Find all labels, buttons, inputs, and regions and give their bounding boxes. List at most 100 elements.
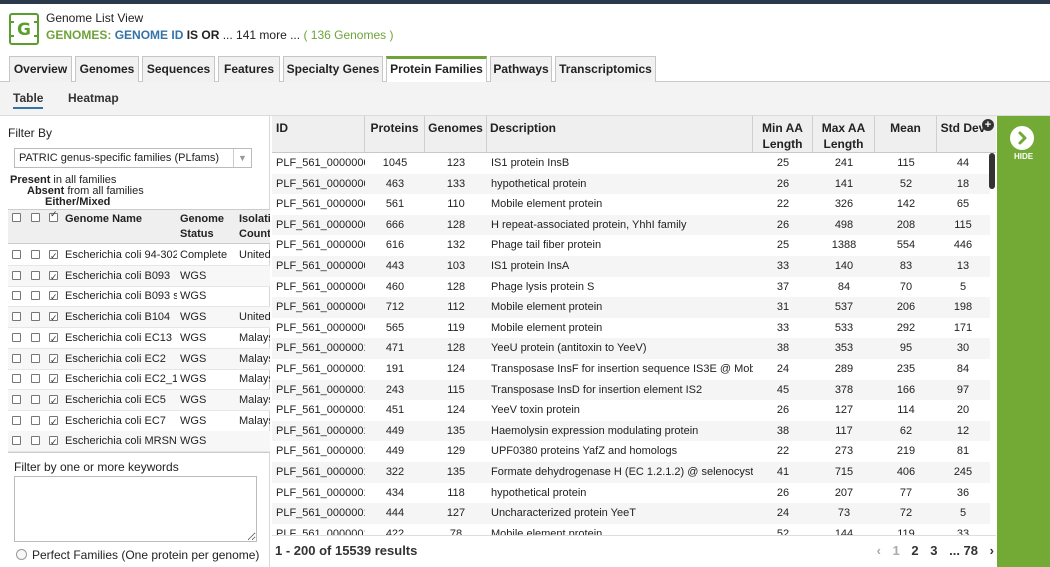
col-min-aa-length[interactable]: Min AA Length xyxy=(753,116,813,153)
tab-transcriptomics[interactable]: Transcriptomics xyxy=(555,56,656,82)
present-checkbox[interactable] xyxy=(12,415,21,425)
col-genome-status[interactable]: Genome Status xyxy=(180,212,235,242)
either-checkbox[interactable] xyxy=(49,391,58,411)
col-id[interactable]: ID xyxy=(272,116,365,153)
present-checkbox[interactable] xyxy=(12,291,21,301)
absent-checkbox[interactable] xyxy=(31,353,40,363)
col-isolation-country[interactable]: Isolation Country xyxy=(239,212,270,242)
tab-protein-families[interactable]: Protein Families xyxy=(386,56,487,83)
query-more[interactable]: ... 141 more ... xyxy=(223,28,300,42)
next-page-icon[interactable]: › xyxy=(990,543,994,558)
tab-features[interactable]: Features xyxy=(218,56,280,82)
keyword-filter-input[interactable] xyxy=(14,476,257,542)
col-genomes[interactable]: Genomes xyxy=(425,116,487,153)
either-checkbox[interactable] xyxy=(49,287,58,307)
protein-family-row[interactable]: PLF_561_00000002 463 133 hypothetical prote… xyxy=(272,173,990,195)
col-std-dev[interactable]: Std Dev xyxy=(937,116,989,153)
protein-family-row[interactable]: PLF_561_00000016 322 135 Formate dehydrogen… xyxy=(272,462,990,483)
present-all-checkbox[interactable] xyxy=(12,213,21,222)
protein-family-row[interactable]: PLF_561_00000015 449 129 UPF0380 proteins Y… xyxy=(272,441,990,462)
prev-page-icon[interactable]: ‹ xyxy=(877,543,881,558)
col-proteins[interactable]: Proteins xyxy=(365,116,425,153)
page-last[interactable]: ... 78 xyxy=(949,543,978,558)
tab-genomes[interactable]: Genomes xyxy=(75,56,139,82)
protein-family-row[interactable]: PLF_561_00000001 1045 123 IS1 protein InsB 2… xyxy=(272,153,990,174)
perfect-families-option[interactable]: Perfect Families (One protein per genome… xyxy=(16,548,259,562)
either-checkbox[interactable] xyxy=(49,370,58,390)
genome-row[interactable]: Escherichia coli B104 WGS United xyxy=(8,307,270,329)
tab-specialty-genes[interactable]: Specialty Genes xyxy=(283,56,383,82)
genome-row[interactable]: Escherichia coli B093 strainWGS xyxy=(8,286,270,308)
present-checkbox[interactable] xyxy=(12,312,21,322)
genome-row[interactable]: Escherichia coli EC2 WGS Malays xyxy=(8,348,270,370)
absent-checkbox[interactable] xyxy=(31,291,40,301)
protein-family-row[interactable]: PLF_561_00000007 460 128 Phage lysis protei… xyxy=(272,277,990,298)
absent-checkbox[interactable] xyxy=(31,436,40,446)
subtab-table[interactable]: Table xyxy=(13,91,44,109)
protein-family-row[interactable]: PLF_561_00000005 616 132 Phage tail fiber p… xyxy=(272,235,990,256)
genome-row[interactable]: Escherichia coli B093 WGS xyxy=(8,265,270,287)
protein-family-row[interactable]: PLF_561_00000014 449 135 Haemolysin express… xyxy=(272,420,990,442)
present-checkbox[interactable] xyxy=(12,270,21,280)
either-checkbox[interactable] xyxy=(49,412,58,432)
absent-checkbox[interactable] xyxy=(31,415,40,425)
genome-row[interactable]: Escherichia coli 94-3024Complete United xyxy=(8,245,270,266)
protein-family-row[interactable]: PLF_561_00000003 561 110 Mobile element pro… xyxy=(272,194,990,215)
protein-family-row[interactable]: PLF_561_00000013 451 124 YeeV toxin protein… xyxy=(272,400,990,421)
grid-scrollbar[interactable] xyxy=(988,153,996,535)
present-checkbox[interactable] xyxy=(12,436,21,446)
protein-family-row[interactable]: PLF_561_00000004 666 128 H repeat-associate… xyxy=(272,214,990,236)
absent-checkbox[interactable] xyxy=(31,394,40,404)
col-genome-name[interactable]: Genome Name xyxy=(65,212,177,227)
protein-family-row[interactable]: PLF_561_00000009 565 119 Mobile element pro… xyxy=(272,318,990,339)
protein-family-row[interactable]: PLF_561_00000006 443 103 IS1 protein InsA 33… xyxy=(272,256,990,277)
subtab-heatmap[interactable]: Heatmap xyxy=(68,91,119,105)
grid-scroll-thumb[interactable] xyxy=(989,153,995,189)
page-2[interactable]: 2 xyxy=(911,543,918,558)
hide-panel-button[interactable]: HIDE xyxy=(997,116,1050,567)
page-3[interactable]: 3 xyxy=(930,543,937,558)
either-checkbox[interactable] xyxy=(49,329,58,349)
either-checkbox[interactable] xyxy=(49,308,58,328)
either-checkbox[interactable] xyxy=(49,350,58,370)
present-checkbox[interactable] xyxy=(12,353,21,363)
protein-family-row[interactable]: PLF_561_00000018 444 127 Uncharacterized pr… xyxy=(272,503,990,524)
col-description[interactable]: Description xyxy=(487,116,753,153)
query-field[interactable]: GENOME ID xyxy=(115,28,184,42)
add-column-icon[interactable]: + xyxy=(982,119,994,131)
chevron-down-icon[interactable]: ▼ xyxy=(233,149,251,167)
either-checkbox[interactable] xyxy=(49,432,58,452)
present-checkbox[interactable] xyxy=(12,374,21,384)
absent-checkbox[interactable] xyxy=(31,312,40,322)
genome-row[interactable]: Escherichia coli MRSN38WGS xyxy=(8,431,270,452)
col-max-aa-length[interactable]: Max AA Length xyxy=(813,116,875,153)
either-checkbox[interactable] xyxy=(49,267,58,287)
absent-checkbox[interactable] xyxy=(31,250,40,259)
col-mean[interactable]: Mean xyxy=(875,116,937,153)
genome-row[interactable]: Escherichia coli EC2_1WGS Malays xyxy=(8,369,270,391)
tab-sequences[interactable]: Sequences xyxy=(142,56,215,82)
protein-family-row[interactable]: PLF_561_00000010 471 128 YeeU protein (anti… xyxy=(272,338,990,359)
absent-checkbox[interactable] xyxy=(31,332,40,342)
chevron-right-icon[interactable] xyxy=(1010,126,1034,150)
tab-overview[interactable]: Overview xyxy=(9,56,72,82)
page-1[interactable]: 1 xyxy=(893,543,900,558)
absent-all-checkbox[interactable] xyxy=(31,213,40,222)
absent-checkbox[interactable] xyxy=(31,270,40,280)
protein-family-row[interactable]: PLF_561_00000017 434 118 hypothetical prote… xyxy=(272,483,990,504)
protein-family-row[interactable]: PLF_561_00000012 243 115 Transposase InsD f… xyxy=(272,379,990,401)
absent-checkbox[interactable] xyxy=(31,374,40,384)
genome-row[interactable]: Escherichia coli EC13 WGS Malays xyxy=(8,328,270,349)
protein-family-row[interactable]: PLF_561_00000011 191 124 Transposase InsF f… xyxy=(272,359,990,380)
protein-family-row[interactable]: PLF_561_00000019 422 78 Mobile element prot… xyxy=(272,524,990,535)
perfect-families-radio[interactable] xyxy=(16,549,27,560)
genome-row[interactable]: Escherichia coli EC7 WGS Malays xyxy=(8,411,270,432)
genome-row[interactable]: Escherichia coli EC5 WGS Malays xyxy=(8,389,270,411)
present-checkbox[interactable] xyxy=(12,250,21,259)
present-checkbox[interactable] xyxy=(12,332,21,342)
family-type-select[interactable]: PATRIC genus-specific families (PLfams) … xyxy=(14,148,252,168)
protein-family-row[interactable]: PLF_561_00000008 712 112 Mobile element pro… xyxy=(272,297,990,318)
either-checkbox[interactable] xyxy=(49,246,58,266)
either-all-checkbox[interactable] xyxy=(49,210,58,222)
tab-pathways[interactable]: Pathways xyxy=(490,56,552,82)
